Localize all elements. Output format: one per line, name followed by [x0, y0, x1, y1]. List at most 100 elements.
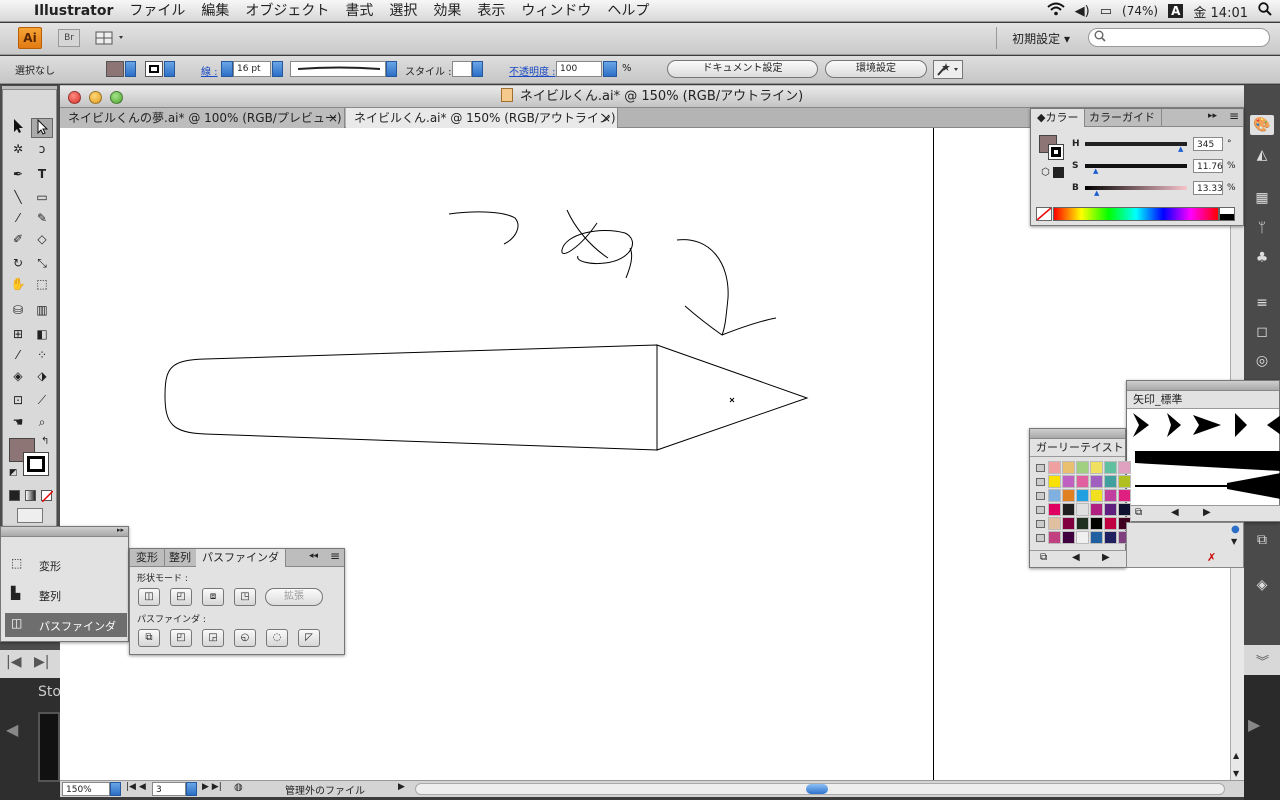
swatch[interactable]	[1076, 517, 1089, 530]
status-menu-icon[interactable]: ▶	[398, 782, 405, 792]
battery-icon[interactable]: ▭	[1100, 4, 1112, 19]
horizontal-scrollbar[interactable]	[415, 783, 1225, 795]
menu-edit[interactable]: 編集	[193, 0, 237, 22]
color-guide-icon[interactable]: ◭	[1250, 145, 1274, 165]
pencil-tool-icon[interactable]: ✎	[31, 208, 53, 228]
fill-dropdown[interactable]	[125, 61, 136, 77]
expand-button[interactable]: 拡張	[265, 588, 323, 606]
stroke-dropdown[interactable]	[164, 61, 175, 77]
none-mode-icon[interactable]	[41, 490, 54, 503]
swatch[interactable]	[1062, 531, 1075, 544]
free-transform-tool-icon[interactable]: ⬚	[31, 274, 53, 294]
collapse-panel-icon[interactable]: ◂◂	[309, 551, 318, 561]
swatch[interactable]	[1076, 489, 1089, 502]
scroll-down-icon[interactable]: ▼	[1231, 537, 1237, 546]
tab-dream-document[interactable]: ネイビルくんの夢.ai* @ 100% (RGB/プレビュー) ×	[60, 108, 345, 128]
crop-button[interactable]: ◵	[234, 629, 256, 647]
previous-library-icon[interactable]: ◀	[1171, 507, 1179, 518]
brightness-slider[interactable]	[1085, 186, 1187, 190]
artboards-icon[interactable]: ⧉	[1250, 530, 1274, 550]
stroke-label[interactable]: 線 :	[201, 63, 218, 78]
panel-menu-icon[interactable]: ≡	[1229, 109, 1239, 123]
symbol-sprayer-tool-icon[interactable]: ⛁	[7, 300, 29, 320]
workspace-switcher[interactable]: 初期設定 ▾	[1012, 30, 1070, 47]
tab-align[interactable]: 整列	[163, 549, 198, 567]
version-cue-icon[interactable]: ◍	[234, 782, 243, 793]
app-menu[interactable]: Illustrator	[26, 0, 121, 22]
blend-tool-icon[interactable]: ⁘	[31, 345, 53, 365]
select-similar-button[interactable]	[933, 60, 963, 79]
style-swatch[interactable]	[452, 61, 472, 77]
outline-button[interactable]: ◌	[266, 629, 288, 647]
stroke-width-field[interactable]: 16 pt	[233, 61, 271, 77]
tab-color[interactable]: ◆カラー	[1031, 109, 1086, 127]
zoom-dropdown[interactable]	[110, 782, 121, 796]
artboard-dropdown[interactable]	[186, 782, 197, 796]
eraser-tool-icon[interactable]: ◇	[31, 229, 53, 249]
none-color-icon[interactable]	[1036, 207, 1052, 221]
gradient-icon[interactable]: ◻	[1250, 322, 1274, 342]
lasso-tool-icon[interactable]: ↄ	[31, 139, 53, 159]
color-panel-icon[interactable]: 🎨	[1250, 115, 1274, 135]
swatch[interactable]	[1048, 531, 1061, 544]
swatch[interactable]	[1062, 475, 1075, 488]
minus-back-button[interactable]: ◸	[298, 629, 320, 647]
zoom-field[interactable]: 150%	[62, 782, 110, 796]
swatch[interactable]	[1048, 489, 1061, 502]
brushes-icon[interactable]: ᛘ	[1250, 218, 1274, 238]
menu-window[interactable]: ウィンドウ	[513, 0, 599, 22]
line-tool-icon[interactable]: ╲	[7, 187, 29, 207]
hue-field[interactable]: 345	[1193, 137, 1223, 151]
saturation-slider[interactable]	[1085, 164, 1187, 168]
clock[interactable]: 金 14:01	[1193, 2, 1248, 21]
document-settings-button[interactable]: ドキュメント設定	[667, 60, 818, 78]
input-method-icon[interactable]: A	[1168, 4, 1184, 18]
menu-help[interactable]: ヘルプ	[599, 0, 657, 22]
opacity-label[interactable]: 不透明度 :	[509, 63, 556, 78]
bridge-button[interactable]: Br	[58, 29, 80, 47]
swatch[interactable]	[1076, 503, 1089, 516]
merge-button[interactable]: ◲	[202, 629, 224, 647]
saturation-slider-thumb[interactable]: ▲	[1093, 167, 1098, 175]
fill-swatch[interactable]	[106, 61, 124, 77]
next-icon[interactable]: ▶|	[34, 654, 49, 670]
file-status[interactable]: 管理外のファイル	[285, 782, 365, 797]
web-safe-icon[interactable]	[1053, 167, 1064, 178]
swatch[interactable]	[1048, 475, 1061, 488]
first-artboard-icon[interactable]: |◀ ◀	[126, 782, 146, 792]
gradient-mode-icon[interactable]	[25, 490, 36, 501]
slice-tool-icon[interactable]: ⟋	[31, 390, 53, 410]
stroke-color-box[interactable]	[23, 452, 49, 476]
live-paint-bucket-tool-icon[interactable]: ◈	[7, 366, 29, 386]
library-menu-icon[interactable]: ⧉	[1135, 507, 1142, 518]
menu-select[interactable]: 選択	[381, 0, 425, 22]
scale-tool-icon[interactable]: ⤡	[31, 253, 53, 273]
rectangle-tool-icon[interactable]: ▭	[31, 187, 53, 207]
panel-item-transform[interactable]: ⬚ 変形	[5, 553, 127, 577]
swatch[interactable]	[1118, 489, 1131, 502]
transparency-icon[interactable]: ◎	[1250, 351, 1274, 371]
paintbrush-tool-icon[interactable]: ⁄	[7, 208, 29, 228]
style-dropdown[interactable]	[472, 61, 483, 77]
spotlight-icon[interactable]	[1258, 2, 1272, 20]
brush-definition-field[interactable]	[290, 61, 386, 77]
delete-swatch-icon[interactable]: ✗	[1207, 551, 1216, 564]
stroke-icon[interactable]: ≡	[1250, 293, 1274, 313]
swatch[interactable]	[1090, 489, 1103, 502]
swatch[interactable]	[1048, 503, 1061, 516]
swatch[interactable]	[1118, 475, 1131, 488]
swatch[interactable]	[1118, 461, 1131, 474]
swatch[interactable]	[1104, 503, 1117, 516]
stroke-swatch[interactable]	[145, 61, 163, 77]
opacity-dropdown[interactable]	[603, 61, 617, 77]
panel-titlebar[interactable]	[1127, 381, 1279, 391]
saturation-field[interactable]: 11.76	[1193, 159, 1223, 173]
magic-wand-tool-icon[interactable]: ✲	[7, 139, 29, 159]
swatch[interactable]	[1062, 517, 1075, 530]
horizontal-scroll-thumb[interactable]	[806, 784, 828, 794]
arrow-brush-list[interactable]	[1127, 409, 1280, 505]
swatch[interactable]	[1104, 531, 1117, 544]
menu-type[interactable]: 書式	[337, 0, 381, 22]
close-tab-icon[interactable]: ×	[328, 108, 338, 128]
panel-titlebar[interactable]	[1030, 429, 1125, 439]
